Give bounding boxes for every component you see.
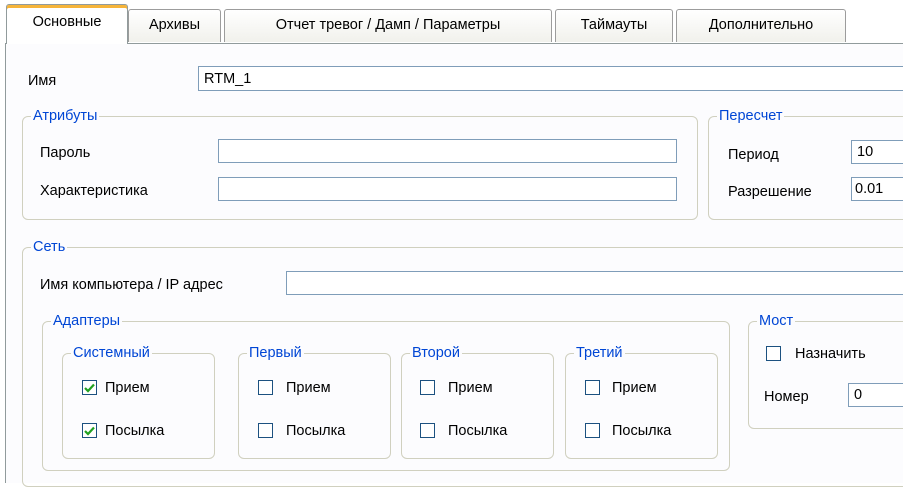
name-input[interactable] — [198, 66, 903, 91]
bridge-assign-checkbox[interactable] — [766, 346, 781, 361]
adapters-group-title: Адаптеры — [51, 312, 123, 330]
system-receive-checkbox[interactable] — [82, 380, 97, 395]
adapter-group-second: Второй — [401, 344, 554, 459]
third-send-label: Посылка — [612, 423, 672, 439]
tab-label: Основные — [32, 14, 102, 30]
password-input[interactable] — [218, 139, 677, 163]
system-send-label: Посылка — [105, 423, 165, 439]
adapter-group-title: Системный — [71, 344, 152, 362]
bridge-assign-label: Назначить — [795, 346, 866, 362]
adapter-group-title: Второй — [410, 344, 462, 362]
checkmark-icon — [84, 383, 95, 393]
adapter-group-title: Первый — [247, 344, 304, 362]
bridge-number-input[interactable] — [848, 383, 903, 407]
adapter-group-system: Системный — [62, 344, 215, 459]
attributes-group: Атрибуты — [22, 107, 698, 220]
system-receive-label: Прием — [105, 380, 150, 396]
characteristic-label: Характеристика — [40, 183, 148, 199]
tab-label: Отчет тревог / Дамп / Параметры — [275, 17, 501, 33]
host-input[interactable] — [286, 271, 903, 295]
system-send-checkbox[interactable] — [82, 423, 97, 438]
adapter-group-third: Третий — [565, 344, 718, 459]
second-receive-label: Прием — [448, 380, 493, 396]
name-label: Имя — [28, 73, 57, 89]
tab-main[interactable]: Основные — [6, 4, 128, 44]
third-receive-label: Прием — [612, 380, 657, 396]
bridge-group: Мост — [748, 312, 903, 429]
second-receive-checkbox[interactable] — [420, 380, 435, 395]
network-group-title: Сеть — [31, 238, 68, 256]
resolution-label: Разрешение — [728, 184, 812, 200]
resolution-input[interactable] — [851, 177, 903, 201]
first-send-label: Посылка — [286, 423, 346, 439]
tab-label: Архивы — [148, 17, 201, 33]
second-send-checkbox[interactable] — [420, 423, 435, 438]
tab-strip: Архивы Отчет тревог / Дамп / Параметры Т… — [0, 0, 903, 45]
tab-label: Дополнительно — [708, 17, 814, 33]
characteristic-input[interactable] — [218, 177, 677, 201]
adapter-group-first: Первый — [238, 344, 391, 459]
recalc-group: Пересчет — [708, 107, 903, 220]
first-receive-label: Прием — [286, 380, 331, 396]
period-input[interactable] — [851, 140, 903, 164]
checkmark-icon — [84, 426, 95, 436]
tab-label: Таймауты — [580, 17, 648, 33]
tab-alarm-report[interactable]: Отчет тревог / Дамп / Параметры — [224, 9, 552, 42]
first-send-checkbox[interactable] — [258, 423, 273, 438]
second-send-label: Посылка — [448, 423, 508, 439]
recalc-group-title: Пересчет — [717, 107, 785, 125]
attributes-group-title: Атрибуты — [31, 107, 100, 125]
tab-timeouts[interactable]: Таймауты — [555, 9, 673, 42]
bridge-number-label: Номер — [764, 389, 809, 405]
password-label: Пароль — [40, 145, 91, 161]
period-label: Период — [728, 147, 779, 163]
tab-archives[interactable]: Архивы — [128, 9, 221, 42]
bridge-group-title: Мост — [757, 312, 796, 330]
adapter-group-title: Третий — [574, 344, 625, 362]
third-receive-checkbox[interactable] — [585, 380, 600, 395]
third-send-checkbox[interactable] — [585, 423, 600, 438]
tab-additional[interactable]: Дополнительно — [676, 9, 846, 42]
first-receive-checkbox[interactable] — [258, 380, 273, 395]
host-label: Имя компьютера / IP адрес — [40, 277, 223, 293]
